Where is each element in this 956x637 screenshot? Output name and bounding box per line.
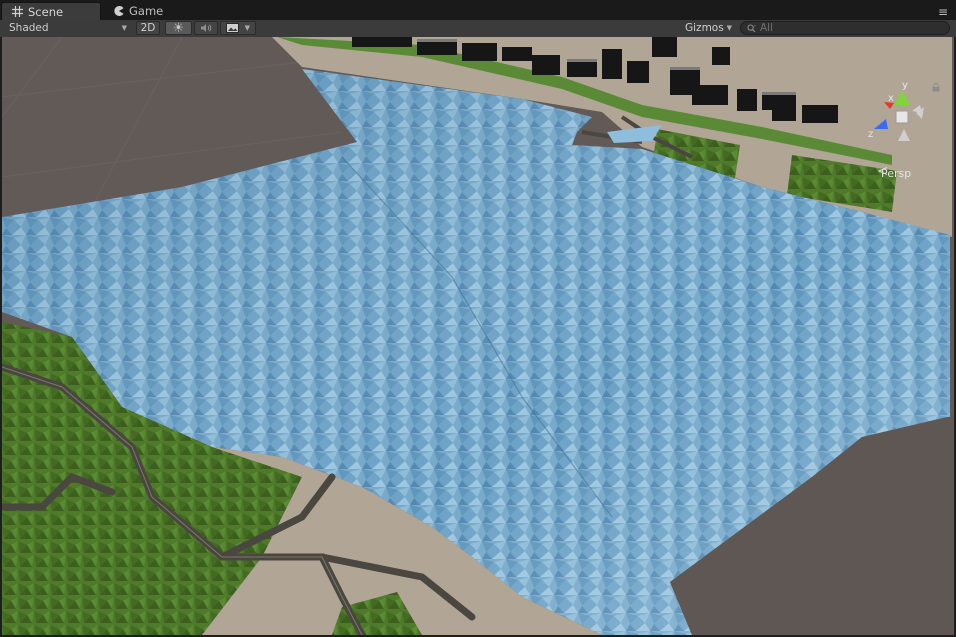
tab-label: Scene bbox=[28, 4, 64, 19]
shading-mode-dropdown[interactable]: Shaded ▼ bbox=[4, 21, 132, 35]
toggle-2d-button[interactable]: 2D bbox=[136, 21, 160, 35]
gizmos-label: Gizmos bbox=[685, 22, 724, 34]
effects-dropdown[interactable]: ▼ bbox=[220, 21, 256, 35]
axis-y-cone bbox=[894, 91, 910, 105]
grid-icon bbox=[12, 6, 23, 17]
sun-icon: ☀ bbox=[172, 20, 185, 36]
axis-z-label: z bbox=[868, 129, 873, 140]
neg-axis-cone bbox=[912, 105, 922, 113]
projection-toggle[interactable]: Persp bbox=[878, 167, 911, 180]
search-icon bbox=[747, 23, 757, 33]
axis-y-label: y bbox=[902, 80, 908, 91]
tab-game[interactable]: Game bbox=[104, 2, 184, 20]
search-input[interactable] bbox=[760, 22, 940, 34]
neg-axis-cone bbox=[898, 129, 910, 141]
lighting-toggle-button[interactable]: ☀ bbox=[165, 21, 192, 35]
editor-tab-bar: Scene Game ≡ bbox=[0, 0, 956, 20]
chevron-down-icon: ▼ bbox=[121, 24, 127, 32]
gizmo-center-cube bbox=[895, 110, 909, 124]
scene-toolbar: Shaded ▼ 2D ☀ ▼ Gizmos ▼ bbox=[0, 20, 956, 38]
speaker-icon bbox=[200, 23, 212, 33]
axis-z-cone bbox=[874, 119, 888, 129]
hierarchy-search[interactable] bbox=[740, 21, 950, 35]
scene-viewport[interactable]: y x z Persp bbox=[2, 37, 954, 635]
panel-menu-icon[interactable]: ≡ bbox=[938, 5, 948, 19]
toggle-2d-label: 2D bbox=[140, 22, 156, 34]
gizmos-dropdown[interactable]: Gizmos ▼ bbox=[680, 21, 737, 35]
tab-label: Game bbox=[129, 4, 164, 18]
tab-scene[interactable]: Scene bbox=[1, 2, 101, 20]
chevron-down-icon: ▼ bbox=[244, 24, 250, 32]
orientation-gizmo[interactable]: y x z bbox=[864, 79, 932, 147]
chevron-down-icon: ▼ bbox=[726, 24, 732, 32]
axis-x-label: x bbox=[888, 93, 894, 104]
scene-render bbox=[2, 37, 954, 635]
shading-mode-label: Shaded bbox=[9, 22, 49, 34]
audio-toggle-button[interactable] bbox=[194, 21, 218, 35]
image-icon bbox=[226, 23, 239, 33]
pacman-icon bbox=[114, 6, 124, 16]
